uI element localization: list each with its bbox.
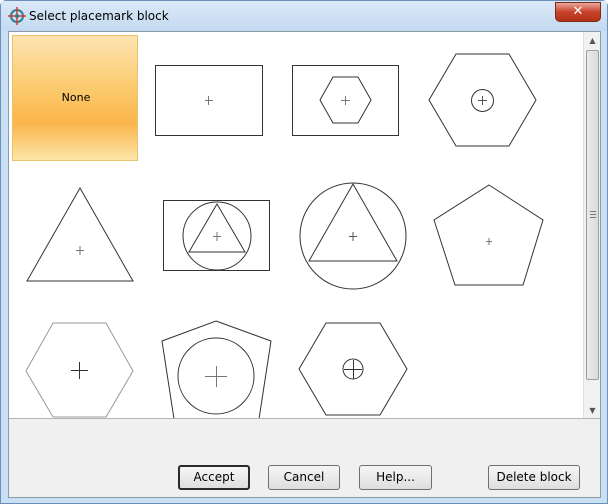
scroll-down-arrow-icon[interactable]: ▼ <box>584 402 600 418</box>
close-button[interactable]: ✕ <box>555 2 601 22</box>
close-icon: ✕ <box>572 4 584 19</box>
rectangle-circle-triangle-shape <box>163 200 270 271</box>
block-tile-rectangle-hexagon[interactable] <box>283 35 409 161</box>
dialog-window: Select placemark block ✕ None ▲ ▼ Accept… <box>0 0 608 504</box>
pentagon-circle-shape <box>161 320 272 418</box>
vertical-scrollbar[interactable]: ▲ ▼ <box>583 32 600 418</box>
block-tile-rectangle-circle-triangle[interactable] <box>147 172 273 298</box>
scroll-thumb[interactable] <box>586 50 599 380</box>
block-list[interactable]: None ▲ ▼ <box>9 32 600 419</box>
scroll-up-arrow-icon[interactable]: ▲ <box>584 32 600 49</box>
block-tile-none-label: None <box>61 91 91 104</box>
hexagon-circle-crosshair-shape <box>298 322 408 416</box>
block-tile-hexagon-circle-crosshair[interactable] <box>283 308 409 418</box>
block-tile-hexagon-circle[interactable] <box>419 35 545 161</box>
hexagon-circle-shape <box>428 53 537 147</box>
block-tile-rectangle-cross[interactable] <box>147 35 273 161</box>
cancel-button[interactable]: Cancel <box>268 465 340 490</box>
block-tile-triangle[interactable] <box>12 172 138 298</box>
rectangle-cross-shape <box>155 65 263 136</box>
help-button[interactable]: Help... <box>359 465 432 490</box>
placemark-app-icon <box>8 7 26 25</box>
dialog-title: Select placemark block <box>29 9 169 23</box>
block-tile-pentagon-circle[interactable] <box>147 308 273 418</box>
block-tile-hexagon-large[interactable] <box>12 308 138 418</box>
accept-button[interactable]: Accept <box>178 465 250 490</box>
scroll-grip-icon <box>590 211 596 218</box>
dialog-client: None ▲ ▼ Accept Cancel Help... Delete bl… <box>8 31 601 498</box>
block-tile-none[interactable]: None <box>12 35 138 161</box>
delete-block-button[interactable]: Delete block <box>488 465 580 490</box>
title-bar[interactable]: Select placemark block ✕ <box>1 1 607 31</box>
circle-triangle-shape <box>299 182 407 290</box>
block-tile-circle-triangle[interactable] <box>283 172 409 298</box>
block-tile-pentagon[interactable] <box>419 172 545 298</box>
triangle-shape <box>26 186 134 282</box>
pentagon-shape <box>433 184 544 286</box>
rectangle-hexagon-shape <box>292 65 399 136</box>
hexagon-large-shape <box>25 322 134 418</box>
